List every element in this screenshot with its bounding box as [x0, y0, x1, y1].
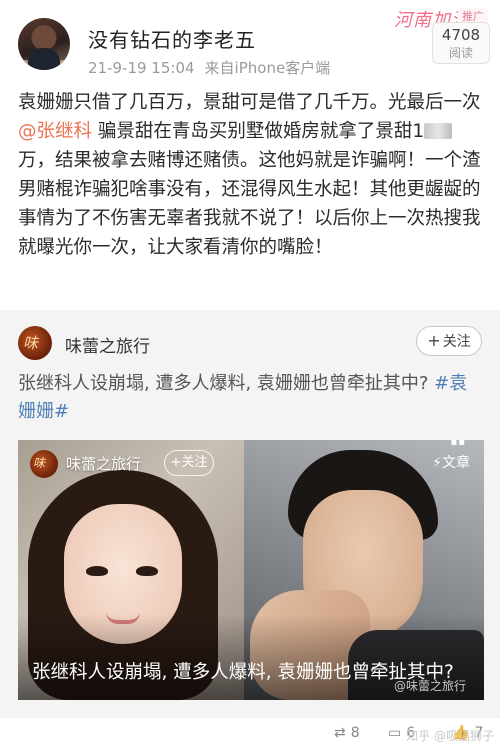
post-text: 袁姗姗只借了几百万，景甜可是借了几千万。光最后一次 @张继科 骗景甜在青岛买别墅做…	[18, 88, 484, 262]
article-card[interactable]: 味 味蕾之旅行 +关注 ▪▪ ⚡文章 张继科人设崩塌, 遭多人爆料, 袁姗姗也曾…	[18, 440, 484, 700]
article-author-name[interactable]: 味蕾之旅行	[66, 453, 141, 474]
article-header: 味 味蕾之旅行 +关注 ▪▪ ⚡文章	[18, 440, 484, 490]
avatar[interactable]	[18, 18, 70, 70]
repost-text-body: 张继科人设崩塌, 遭多人爆料, 袁姗姗也曾牵扯其中?	[18, 373, 435, 394]
dots-icon: ▪▪	[450, 440, 466, 448]
article-author-avatar[interactable]: 味	[30, 450, 58, 478]
source-watermark: 知乎 @吸猫狮子	[406, 729, 494, 743]
post-meta: 21-9-19 15:04 来自iPhone客户端	[88, 57, 330, 78]
repost-button[interactable]: ⇄ 8	[334, 725, 360, 741]
mention-link[interactable]: @张继科	[18, 121, 92, 142]
eye-left	[86, 566, 108, 576]
avatar-caption	[22, 60, 66, 64]
repost-avatar-glyph: 味	[23, 334, 39, 352]
username[interactable]: 没有钻石的李老五	[88, 24, 256, 53]
repost-count: 8	[350, 725, 360, 741]
action-bar: ⇄ 8 ▭ 6 👍 7 知乎 @吸猫狮子	[0, 717, 500, 751]
repost-text: 张继科人设崩塌, 遭多人爆料, 袁姗姗也曾牵扯其中? #袁姗姗#	[18, 370, 484, 426]
lightning-icon: ⚡	[432, 455, 442, 471]
image-watermark: @味蕾之旅行	[393, 679, 466, 693]
post-source: 来自iPhone客户端	[204, 59, 331, 77]
read-label: 阅读	[448, 46, 473, 60]
repost-author-name[interactable]: 味蕾之旅行	[65, 332, 150, 357]
article-type: ⚡文章	[432, 452, 470, 472]
repost-card[interactable]: 味 味蕾之旅行 + 关注 张继科人设崩塌, 遭多人爆料, 袁姗姗也曾牵扯其中? #…	[0, 310, 500, 717]
read-count: 4708	[441, 26, 481, 44]
repost-avatar[interactable]: 味	[18, 326, 52, 360]
post-header: 没有钻石的李老五 21-9-19 15:04 来自iPhone客户端 河南加油 推…	[0, 0, 500, 88]
article-type-label: 文章	[442, 455, 470, 471]
read-count-box: 4708 阅读	[432, 22, 490, 64]
plus-icon: +	[427, 331, 441, 350]
blurred-text	[424, 123, 453, 139]
follow-button[interactable]: + 关注	[416, 326, 482, 356]
post-text-part1: 袁姗姗只借了几百万，景甜可是借了几千万。光最后一次	[18, 92, 481, 113]
post-text-part2: 骗景甜在青岛买别墅做婚房就拿了景甜1	[92, 121, 425, 142]
article-follow-button[interactable]: +关注	[164, 450, 214, 476]
post-text-part3: 万，结果被拿去赌博还赌债。这他妈就是诈骗啊！一个渣男赌棍诈骗犯啥事没有，还混得风…	[18, 150, 481, 258]
repost-icon: ⇄	[334, 725, 346, 741]
follow-label: 关注	[442, 334, 471, 350]
comment-icon: ▭	[388, 725, 402, 741]
eye-right	[136, 566, 158, 576]
article-avatar-glyph: 味	[33, 456, 46, 470]
post-date: 21-9-19 15:04	[88, 59, 195, 77]
